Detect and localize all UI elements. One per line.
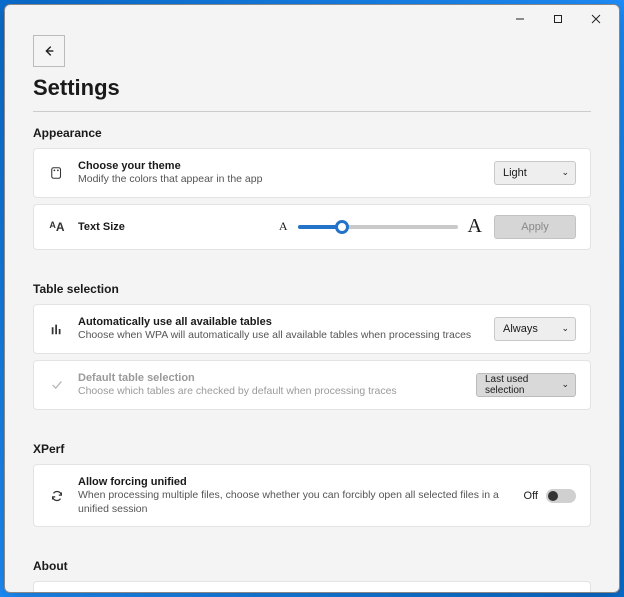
app-window: Settings Appearance Choose your theme Mo… bbox=[4, 4, 620, 593]
auto-tables-row: Automatically use all available tables C… bbox=[33, 304, 591, 354]
unified-desc: When processing multiple files, choose w… bbox=[78, 489, 512, 516]
check-icon bbox=[48, 378, 66, 392]
unified-state: Off bbox=[524, 490, 538, 502]
separator bbox=[33, 111, 591, 112]
auto-tables-text: Automatically use all available tables C… bbox=[78, 315, 482, 343]
minimize-button[interactable] bbox=[501, 6, 539, 32]
chevron-down-icon: ⌄ bbox=[561, 379, 569, 390]
section-about-title: About bbox=[33, 559, 591, 573]
section-tableselection-title: Table selection bbox=[33, 282, 591, 296]
slider-max-label: A bbox=[468, 215, 482, 238]
section-appearance-title: Appearance bbox=[33, 126, 591, 140]
toggle-knob bbox=[548, 491, 558, 501]
default-tables-row: Default table selection Choose which tab… bbox=[33, 360, 591, 410]
default-tables-dropdown[interactable]: Last used selection ⌄ bbox=[476, 373, 576, 397]
maximize-button[interactable] bbox=[539, 6, 577, 32]
section-xperf-title: XPerf bbox=[33, 442, 591, 456]
unified-toggle-wrap: Off bbox=[524, 489, 576, 503]
unified-toggle[interactable] bbox=[546, 489, 576, 503]
theme-icon bbox=[48, 166, 66, 180]
unified-title: Allow forcing unified bbox=[78, 475, 512, 489]
unified-row: Allow forcing unified When processing mu… bbox=[33, 464, 591, 528]
chevron-down-icon: ⌄ bbox=[561, 167, 569, 178]
auto-tables-dropdown[interactable]: Always ⌄ bbox=[494, 317, 576, 341]
slider-thumb[interactable] bbox=[335, 220, 349, 234]
auto-tables-title: Automatically use all available tables bbox=[78, 315, 482, 329]
auto-tables-value: Always bbox=[503, 323, 538, 335]
textsize-title: Text Size bbox=[78, 220, 267, 234]
theme-row: Choose your theme Modify the colors that… bbox=[33, 148, 591, 198]
version-row: Version information The version informat… bbox=[33, 581, 591, 592]
textsize-slider-area: A A bbox=[279, 215, 482, 238]
theme-dropdown[interactable]: Light ⌄ bbox=[494, 161, 576, 185]
default-tables-desc: Choose which tables are checked by defau… bbox=[78, 385, 464, 399]
unified-text: Allow forcing unified When processing mu… bbox=[78, 475, 512, 517]
page-title: Settings bbox=[33, 75, 591, 101]
default-tables-title: Default table selection bbox=[78, 371, 464, 385]
default-tables-text: Default table selection Choose which tab… bbox=[78, 371, 464, 399]
default-tables-value: Last used selection bbox=[485, 374, 561, 396]
close-button[interactable] bbox=[577, 6, 615, 32]
tables-icon bbox=[48, 322, 66, 336]
slider-min-label: A bbox=[279, 219, 288, 234]
apply-button[interactable]: Apply bbox=[494, 215, 576, 239]
sync-icon bbox=[48, 489, 66, 503]
auto-tables-desc: Choose when WPA will automatically use a… bbox=[78, 329, 482, 343]
textsize-slider[interactable] bbox=[298, 225, 458, 229]
theme-dropdown-value: Light bbox=[503, 167, 527, 179]
textsize-text: Text Size bbox=[78, 220, 267, 234]
titlebar bbox=[5, 5, 619, 33]
content-area: Settings Appearance Choose your theme Mo… bbox=[5, 33, 619, 592]
theme-desc: Modify the colors that appear in the app bbox=[78, 173, 482, 187]
textsize-icon: AA bbox=[48, 220, 66, 234]
chevron-down-icon: ⌄ bbox=[561, 323, 569, 334]
theme-title: Choose your theme bbox=[78, 159, 482, 173]
theme-text: Choose your theme Modify the colors that… bbox=[78, 159, 482, 187]
textsize-row: AA Text Size A A Apply bbox=[33, 204, 591, 250]
back-button[interactable] bbox=[33, 35, 65, 67]
